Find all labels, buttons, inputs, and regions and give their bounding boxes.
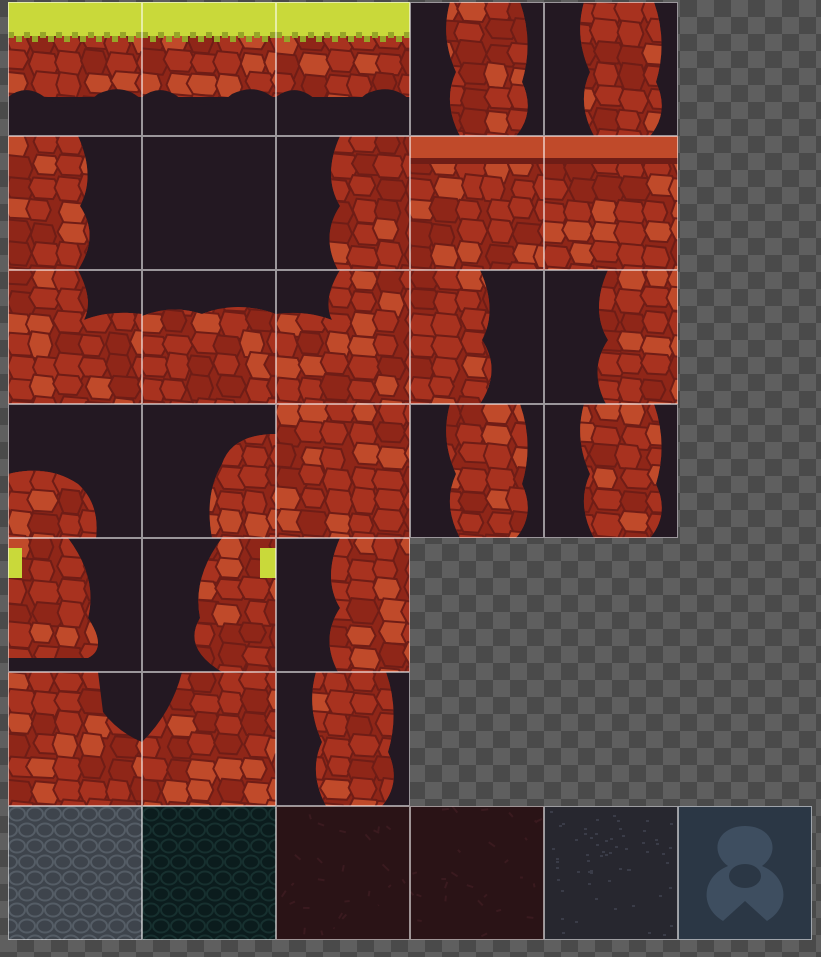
- tile-rock-ledge-top-a[interactable]: [410, 136, 544, 270]
- tile-cave-dark-bottom-left-rocks-graphic: [8, 404, 142, 538]
- tile-rock-corner-inner-right[interactable]: [544, 270, 678, 404]
- tile-bg-teal-cobble[interactable]: [142, 806, 276, 940]
- tile-bg-navy-speckle[interactable]: [544, 806, 678, 940]
- tile-rock-pillar-dark-left[interactable]: [410, 2, 544, 136]
- tile-cave-arch-left-graphic: [8, 672, 142, 806]
- tile-bg-navy-speckle-graphic: [544, 806, 678, 940]
- tile-rock-corner-inner-left-graphic: [410, 270, 544, 404]
- tile-rock-column-left[interactable]: [410, 404, 544, 538]
- tile-rock-ledge-top-a-graphic: [410, 136, 544, 270]
- tile-bg-steel-pattern[interactable]: [678, 806, 812, 940]
- tile-cave-floor-mid-graphic: [142, 270, 276, 404]
- tile-rock-column-right-graphic: [544, 404, 678, 538]
- tile-rock-solid[interactable]: [276, 404, 410, 538]
- tile-bg-slate-cobble[interactable]: [8, 806, 142, 940]
- tile-bg-wine-cracks[interactable]: [276, 806, 410, 940]
- tile-cave-arch-left[interactable]: [8, 672, 142, 806]
- tile-rock-pillar-dark-right[interactable]: [544, 2, 678, 136]
- tile-cave-dark-bottom-right-rocks[interactable]: [142, 404, 276, 538]
- tile-cave-dark-bottom-right-rocks-graphic: [142, 404, 276, 538]
- tile-cave-wall-right-graphic: [276, 136, 410, 270]
- tile-rock-pillar-dark-right-graphic: [544, 2, 678, 136]
- tile-bg-wine-cracks-graphic: [276, 806, 410, 940]
- tile-bg-teal-cobble-graphic: [142, 806, 276, 940]
- tile-rock-column-single[interactable]: [276, 672, 410, 806]
- tile-rock-moss-left-edge-graphic: [8, 538, 142, 672]
- tile-cave-interior-graphic: [142, 136, 276, 270]
- tile-cave-floor-left-graphic: [8, 270, 142, 404]
- tile-rock-moss-left-edge[interactable]: [8, 538, 142, 672]
- tile-cave-wall-right[interactable]: [276, 136, 410, 270]
- tile-rock-column-right[interactable]: [544, 404, 678, 538]
- tile-ground-grass-top-right[interactable]: [276, 2, 410, 136]
- tile-cave-wall-left-graphic: [8, 136, 142, 270]
- tile-cave-arch-right-graphic: [142, 672, 276, 806]
- tile-rock-pillar-dark-left-graphic: [410, 2, 544, 136]
- tile-ground-grass-top-mid[interactable]: [142, 2, 276, 136]
- tile-bg-steel-pattern-graphic: [678, 806, 812, 940]
- tile-cave-interior[interactable]: [142, 136, 276, 270]
- tile-rock-moss-right-edge-graphic: [142, 538, 276, 672]
- tile-cave-floor-right-graphic: [276, 270, 410, 404]
- tile-cave-arch-right[interactable]: [142, 672, 276, 806]
- tile-rock-column-left-graphic: [410, 404, 544, 538]
- tile-rock-wall-right-solid[interactable]: [276, 538, 410, 672]
- tile-ground-grass-top-mid-graphic: [142, 2, 276, 136]
- tile-ground-grass-top-right-graphic: [276, 2, 410, 136]
- tile-cave-floor-right[interactable]: [276, 270, 410, 404]
- tile-cave-dark-bottom-left-rocks[interactable]: [8, 404, 142, 538]
- tile-rock-solid-graphic: [276, 404, 410, 538]
- tile-rock-ledge-top-b-graphic: [544, 136, 678, 270]
- tile-ground-grass-top-left[interactable]: [8, 2, 142, 136]
- tile-rock-corner-inner-right-graphic: [544, 270, 678, 404]
- tile-bg-wine-dark[interactable]: [410, 806, 544, 940]
- tile-cave-floor-mid[interactable]: [142, 270, 276, 404]
- tile-rock-ledge-top-b[interactable]: [544, 136, 678, 270]
- tile-ground-grass-top-left-graphic: [8, 2, 142, 136]
- tile-cave-wall-left[interactable]: [8, 136, 142, 270]
- tile-rock-column-single-graphic: [276, 672, 410, 806]
- tile-rock-corner-inner-left[interactable]: [410, 270, 544, 404]
- tile-rock-wall-right-solid-graphic: [276, 538, 410, 672]
- tile-bg-slate-cobble-graphic: [8, 806, 142, 940]
- tile-cave-floor-left[interactable]: [8, 270, 142, 404]
- tileset-sheet: [0, 0, 821, 957]
- tile-rock-moss-right-edge[interactable]: [142, 538, 276, 672]
- tile-bg-wine-dark-graphic: [410, 806, 544, 940]
